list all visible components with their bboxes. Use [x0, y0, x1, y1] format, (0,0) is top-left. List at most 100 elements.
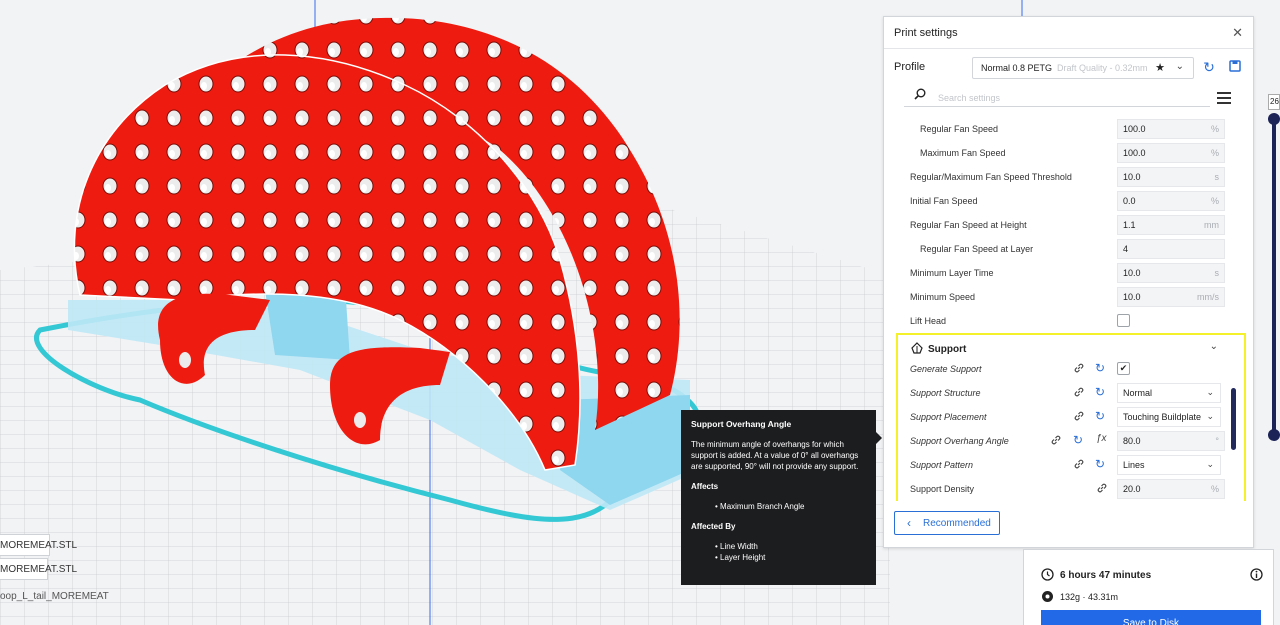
setting-row: Regular Fan Speed at Layer 4	[884, 237, 1253, 261]
clock-icon	[1041, 568, 1054, 581]
setting-input[interactable]: 100.0%	[1117, 119, 1225, 139]
save-profile-icon[interactable]	[1226, 58, 1244, 76]
support-pattern-dropdown[interactable]: Lines ⌄	[1117, 455, 1221, 475]
layer-slider-bottom-handle[interactable]	[1268, 429, 1280, 441]
recommended-button[interactable]: ‹ Recommended	[894, 511, 1000, 535]
settings-scrollbar[interactable]	[1231, 388, 1236, 450]
info-icon[interactable]	[1250, 568, 1263, 581]
layer-slider-track[interactable]	[1272, 118, 1276, 438]
tooltip-affects-item: • Maximum Branch Angle	[715, 502, 805, 511]
tooltip-affected-by-item: • Line Width	[715, 542, 758, 551]
tooltip-title: Support Overhang Angle	[691, 419, 792, 429]
reset-icon[interactable]: ↻	[1095, 385, 1105, 399]
setting-input[interactable]: 10.0 mm/s	[1117, 287, 1225, 307]
reset-icon[interactable]: ↻	[1095, 457, 1105, 471]
link-icon[interactable]	[1073, 386, 1085, 398]
reset-icon[interactable]: ↻	[1095, 409, 1105, 423]
setting-row: Regular Fan Speed at Height 1.1 mm	[884, 213, 1253, 237]
setting-label: Support Placement	[910, 412, 987, 422]
setting-label: Minimum Speed	[910, 292, 976, 302]
setting-label: Support Density	[910, 484, 975, 494]
support-section-title: Support	[928, 344, 967, 355]
setting-tooltip: Support Overhang Angle The minimum angle…	[681, 410, 882, 585]
support-section-header[interactable]: Support ⌄	[898, 335, 1244, 359]
close-icon[interactable]: ✕	[1232, 25, 1243, 41]
profile-row: Profile Normal 0.8 PETG Draft Quality - 0…	[894, 55, 1243, 79]
tooltip-description: The minimum angle of overhangs for which…	[691, 440, 859, 471]
tooltip-affects-title: Affects	[691, 482, 719, 491]
generate-support-checkbox[interactable]: ✔	[1117, 362, 1130, 375]
setting-label: Regular/Maximum Fan Speed Threshold	[910, 172, 1072, 182]
setting-row: Initial Fan Speed 0.0%	[884, 189, 1253, 213]
object-list-item[interactable]: MOREMEAT.STL	[0, 534, 77, 556]
setting-input[interactable]: 1.1 mm	[1117, 215, 1225, 235]
setting-label: Maximum Fan Speed	[920, 148, 1006, 158]
profile-quality: Draft Quality - 0.32mm	[1057, 63, 1148, 73]
setting-input[interactable]: 100.0%	[1117, 143, 1225, 163]
chevron-down-icon: ⌄	[1209, 341, 1218, 352]
setting-row: Support Density 20.0%	[884, 477, 1253, 501]
setting-label: Generate Support	[910, 364, 982, 374]
reset-profile-icon[interactable]: ↻	[1200, 58, 1218, 76]
layer-slider-value[interactable]: 262	[1268, 94, 1280, 110]
setting-label: Support Pattern	[910, 460, 974, 470]
profile-name: Normal 0.8 PETG	[981, 63, 1053, 73]
support-structure-dropdown[interactable]: Normal ⌄	[1117, 383, 1221, 403]
settings-list: Regular Fan Speed 100.0% Maximum Fan Spe…	[884, 117, 1253, 501]
link-icon[interactable]	[1073, 458, 1085, 470]
tooltip-affected-by-title: Affected By	[691, 522, 736, 531]
setting-row: Regular Fan Speed 100.0%	[884, 117, 1253, 141]
spool-icon	[1042, 591, 1053, 602]
setting-row: Lift Head	[884, 309, 1253, 333]
support-overhang-angle-input[interactable]: 80.0 °	[1117, 431, 1225, 451]
setting-label: Regular Fan Speed at Height	[910, 220, 1027, 230]
search-field[interactable]: Search settings	[904, 87, 1210, 107]
setting-row: Support Pattern ↻ Lines ⌄	[884, 453, 1253, 477]
setting-row: Minimum Speed 10.0 mm/s	[884, 285, 1253, 309]
save-to-disk-button[interactable]: Save to Disk	[1041, 610, 1261, 625]
layer-slider-top-handle[interactable]	[1268, 113, 1280, 125]
menu-icon[interactable]	[1217, 92, 1231, 107]
setting-label: Regular Fan Speed	[920, 124, 999, 134]
material-usage: 132g · 43.31m	[1060, 592, 1119, 602]
print-settings-panel: Print settings ✕ Profile Normal 0.8 PETG…	[883, 16, 1254, 548]
setting-row: Support Placement ↻ Touching Buildplate ⌄	[884, 405, 1253, 429]
object-name: oop_L_tail_MOREMEAT	[0, 591, 109, 602]
link-icon[interactable]	[1073, 362, 1085, 374]
setting-label: Lift Head	[910, 316, 947, 326]
lift-head-checkbox[interactable]	[1117, 314, 1130, 327]
profile-label: Profile	[894, 61, 926, 73]
star-icon[interactable]: ★	[1155, 61, 1165, 74]
tooltip-affected-by-item: • Layer Height	[715, 553, 766, 562]
link-icon[interactable]	[1073, 410, 1085, 422]
print-summary: 6 hours 47 minutes 132g · 43.31m Save to…	[1023, 549, 1274, 625]
link-icon[interactable]	[1096, 482, 1108, 494]
setting-label: Support Structure	[910, 388, 981, 398]
setting-input[interactable]: 4	[1117, 239, 1225, 259]
setting-label: Initial Fan Speed	[910, 196, 978, 206]
support-placement-dropdown[interactable]: Touching Buildplate ⌄	[1117, 407, 1221, 427]
link-icon[interactable]	[1050, 434, 1062, 446]
print-time: 6 hours 47 minutes	[1060, 570, 1152, 581]
setting-input[interactable]: 10.0 s	[1117, 167, 1225, 187]
setting-row: Regular/Maximum Fan Speed Threshold 10.0…	[884, 165, 1253, 189]
setting-row: Support Overhang Angle ↻ ƒx 80.0 °	[884, 429, 1253, 453]
chevron-left-icon: ‹	[907, 516, 911, 530]
setting-label: Minimum Layer Time	[910, 268, 994, 278]
setting-label: Regular Fan Speed at Layer	[920, 244, 1034, 254]
reset-icon[interactable]: ↻	[1095, 361, 1105, 375]
chevron-down-icon: ⌄	[1175, 61, 1184, 72]
setting-label: Support Overhang Angle	[910, 436, 1009, 446]
search-placeholder: Search settings	[938, 93, 1001, 103]
search-icon	[914, 88, 926, 100]
reset-icon[interactable]: ↻	[1073, 433, 1083, 447]
setting-row: Minimum Layer Time 10.0 s	[884, 261, 1253, 285]
setting-input[interactable]: 10.0 s	[1117, 263, 1225, 283]
setting-row: Support Structure ↻ Normal ⌄	[884, 381, 1253, 405]
object-list-item[interactable]: MOREMEAT.STL	[0, 558, 77, 580]
support-icon	[911, 342, 923, 354]
profile-dropdown[interactable]: Normal 0.8 PETG Draft Quality - 0.32mm ★ …	[972, 57, 1194, 79]
support-density-input[interactable]: 20.0%	[1117, 479, 1225, 499]
setting-input[interactable]: 0.0%	[1117, 191, 1225, 211]
formula-icon[interactable]: ƒx	[1096, 433, 1107, 444]
